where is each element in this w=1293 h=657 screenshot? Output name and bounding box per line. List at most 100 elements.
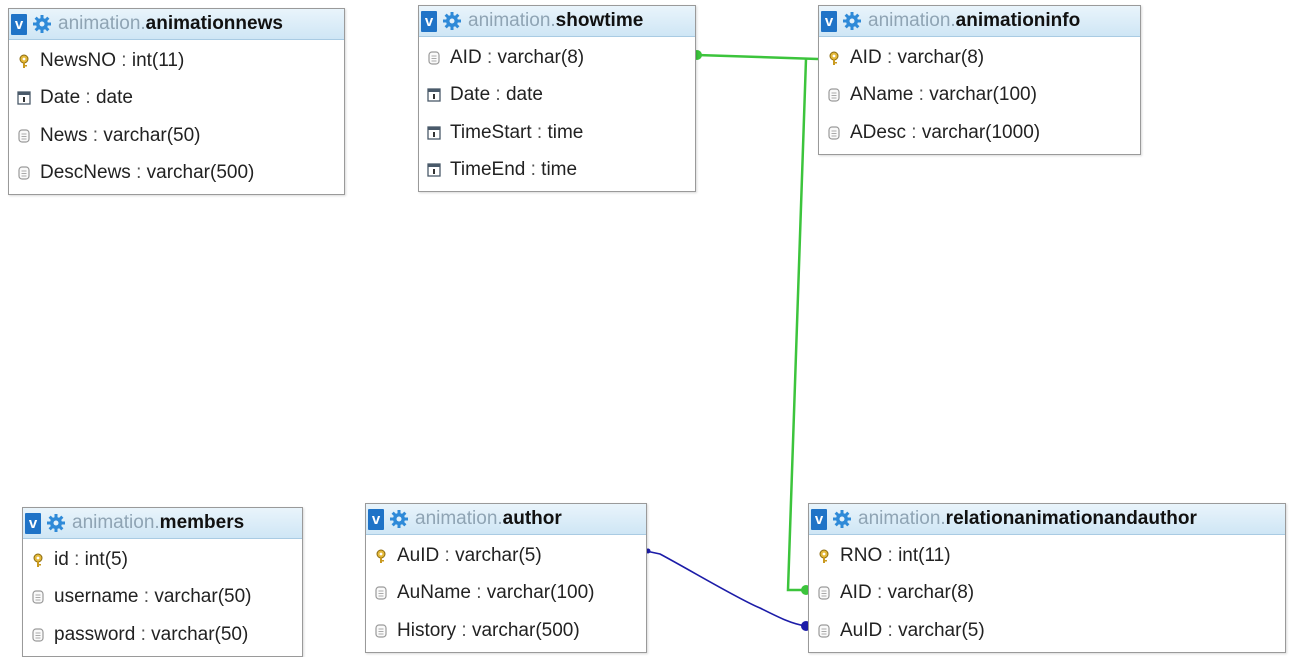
column-name: TimeStart — [450, 121, 532, 143]
table-db-prefix: animation. — [58, 13, 146, 34]
column-row[interactable]: username : varchar(50) — [23, 579, 302, 617]
column-name: News — [40, 124, 88, 146]
primary-key-icon — [33, 553, 43, 567]
table-name: showtime — [555, 10, 644, 31]
collapse-toggle-button[interactable]: v — [421, 10, 437, 32]
column-row[interactable]: ADesc : varchar(1000) — [819, 114, 1140, 152]
date-icon — [427, 126, 441, 140]
column-name: username — [54, 586, 139, 608]
column-name: AuID — [397, 544, 440, 566]
column-separator: : — [531, 121, 548, 143]
column-list: AID : varchar(8) AName : varchar(100) ADes… — [819, 37, 1140, 154]
primary-key-icon — [819, 549, 829, 563]
column-row[interactable]: id : int(5) — [23, 541, 302, 579]
column-name: AName — [850, 84, 914, 106]
column-name: DescNews — [40, 162, 131, 184]
table-showtime[interactable]: v animation. showtime AID : varchar(8) Date … — [418, 5, 696, 192]
text-column-icon — [375, 586, 387, 600]
column-name: Date — [450, 84, 491, 106]
column-type: varchar(50) — [154, 586, 252, 608]
column-separator: : — [130, 162, 147, 184]
column-row[interactable]: AuID : varchar(5) — [809, 612, 1285, 650]
column-row[interactable]: AID : varchar(8) — [809, 575, 1285, 613]
column-type: varchar(8) — [497, 46, 585, 68]
column-separator: : — [80, 87, 96, 109]
text-column-icon — [818, 586, 830, 600]
table-header[interactable]: v animation. author — [366, 504, 646, 535]
column-list: NewsNO : int(11) Date : date News : varcha… — [9, 40, 344, 194]
column-separator: : — [913, 84, 930, 106]
column-type: varchar(8) — [887, 582, 975, 604]
column-row[interactable]: AuID : varchar(5) — [366, 537, 646, 575]
column-row[interactable]: News : varchar(50) — [9, 117, 344, 155]
column-type: varchar(100) — [486, 582, 595, 604]
column-name: AID — [850, 46, 882, 68]
column-row[interactable]: AName : varchar(100) — [819, 77, 1140, 115]
collapse-toggle-button[interactable]: v — [368, 508, 384, 530]
relation-showtime-animationinfo[interactable] — [696, 53, 819, 592]
relation-author-relation[interactable] — [645, 550, 807, 627]
gear-icon[interactable] — [842, 11, 862, 31]
column-name: AID — [450, 46, 482, 68]
table-db-prefix: animation. — [858, 508, 946, 529]
column-separator: : — [456, 619, 472, 641]
table-name: animationinfo — [955, 10, 1081, 31]
column-type: varchar(500) — [471, 619, 580, 641]
column-row[interactable]: TimeEnd : time — [419, 152, 695, 190]
column-type: time — [541, 159, 578, 181]
table-animationinfo[interactable]: v animation. animationinfo AID : varchar(8)… — [818, 5, 1141, 155]
table-header[interactable]: v animation. relationanimationandauthor — [809, 504, 1285, 535]
collapse-toggle-button[interactable]: v — [25, 512, 41, 534]
gear-icon[interactable] — [46, 513, 66, 533]
column-separator: : — [87, 124, 104, 146]
column-separator: : — [68, 548, 85, 570]
table-name: author — [502, 508, 562, 529]
table-relationanimationandauthor[interactable]: v animation. relationanimationandauthor RNO… — [808, 503, 1286, 653]
column-row[interactable]: AID : varchar(8) — [419, 39, 695, 77]
date-icon — [427, 163, 441, 177]
table-header[interactable]: v animation. members — [23, 508, 302, 539]
column-list: AID : varchar(8) Date : date TimeStart : t… — [419, 37, 695, 191]
column-row[interactable]: DescNews : varchar(500) — [9, 155, 344, 193]
column-type: date — [505, 84, 543, 106]
gear-icon[interactable] — [832, 509, 852, 529]
column-name: RNO — [840, 544, 883, 566]
column-row[interactable]: AID : varchar(8) — [819, 39, 1140, 77]
column-separator: : — [525, 159, 542, 181]
table-header[interactable]: v animation. showtime — [419, 6, 695, 37]
column-separator: : — [481, 46, 498, 68]
column-row[interactable]: History : varchar(500) — [366, 612, 646, 650]
column-row[interactable]: TimeStart : time — [419, 114, 695, 152]
column-row[interactable]: AuName : varchar(100) — [366, 575, 646, 613]
table-db-prefix: animation. — [868, 10, 956, 31]
gear-icon[interactable] — [442, 11, 462, 31]
table-header[interactable]: v animation. animationnews — [9, 9, 344, 40]
column-row[interactable]: password : varchar(50) — [23, 616, 302, 654]
column-name: ADesc — [850, 121, 906, 143]
column-row[interactable]: Date : date — [419, 77, 695, 115]
primary-key-icon — [829, 51, 839, 65]
collapse-toggle-button[interactable]: v — [821, 10, 837, 32]
column-name: History — [397, 619, 457, 641]
column-type: varchar(8) — [897, 46, 985, 68]
table-animationnews[interactable]: v animation. animationnews NewsNO : int(11)… — [8, 8, 345, 195]
table-author[interactable]: v animation. author AuID : varchar(5) AuName… — [365, 503, 647, 653]
gear-icon[interactable] — [32, 14, 52, 34]
column-type: varchar(1000) — [921, 121, 1041, 143]
column-type: int(11) — [131, 49, 185, 71]
column-type: varchar(50) — [103, 124, 201, 146]
column-name: id — [54, 548, 69, 570]
column-type: varchar(500) — [146, 162, 255, 184]
table-header[interactable]: v animation. animationinfo — [819, 6, 1140, 37]
text-column-icon — [375, 624, 387, 638]
collapse-toggle-button[interactable]: v — [11, 13, 27, 35]
collapse-toggle-button[interactable]: v — [811, 508, 827, 530]
column-type: date — [95, 87, 133, 109]
column-row[interactable]: Date : date — [9, 80, 344, 118]
column-row[interactable]: NewsNO : int(11) — [9, 42, 344, 80]
text-column-icon — [828, 126, 840, 140]
table-members[interactable]: v animation. members id : int(5) username : … — [22, 507, 303, 657]
date-icon — [17, 91, 31, 105]
gear-icon[interactable] — [389, 509, 409, 529]
column-row[interactable]: RNO : int(11) — [809, 537, 1285, 575]
